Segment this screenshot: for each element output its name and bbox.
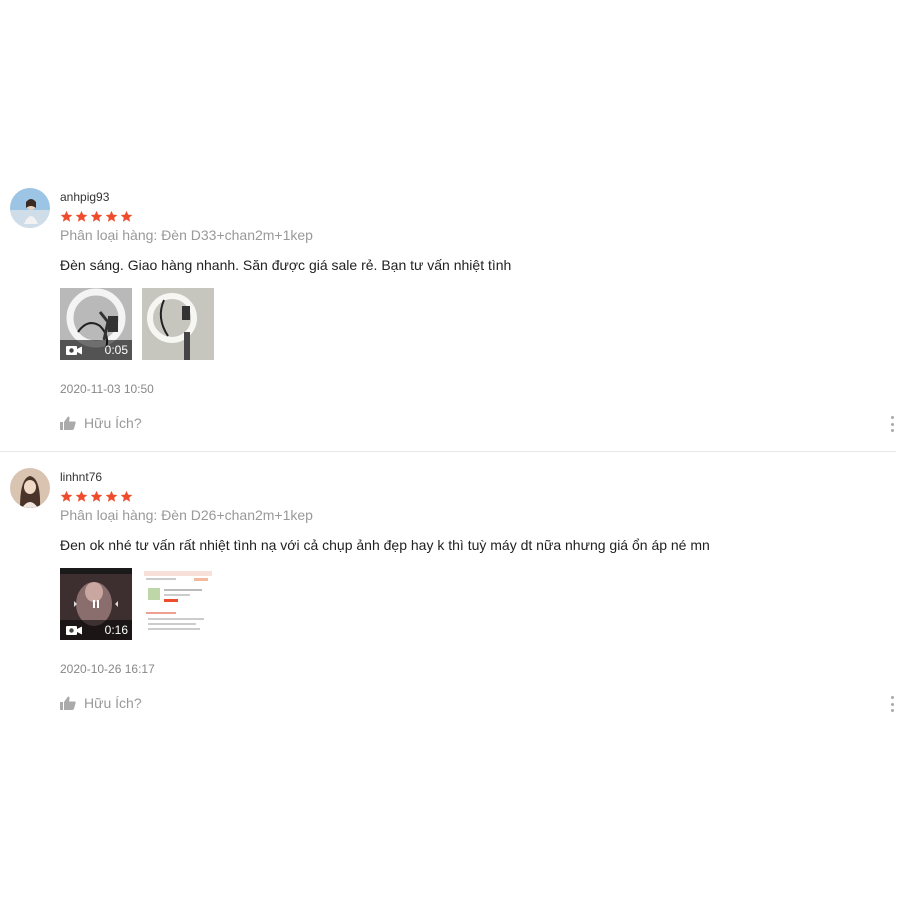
image-thumbnail[interactable] xyxy=(142,568,214,640)
star-icon xyxy=(120,210,133,222)
video-info-bar: 0:16 xyxy=(60,620,132,640)
star-icon xyxy=(75,490,88,502)
image-thumbnail[interactable] xyxy=(142,288,214,360)
video-camera-icon xyxy=(66,345,82,355)
helpful-button[interactable]: Hữu Ích? xyxy=(60,415,142,431)
review-media: 0:16 xyxy=(60,568,214,640)
more-options-icon[interactable] xyxy=(888,416,896,432)
star-icon xyxy=(120,490,133,502)
review-comment: Đen ok nhé tư vấn rất nhiệt tình nạ với … xyxy=(60,537,710,553)
video-duration: 0:05 xyxy=(104,343,128,357)
review-item: anhpig93 Phân loại hàng: Đèn D33+chan2m+… xyxy=(0,0,896,451)
video-thumbnail[interactable]: 0:05 xyxy=(60,288,132,360)
thumbs-up-icon xyxy=(60,416,76,430)
star-icon xyxy=(105,490,118,502)
helpful-button[interactable]: Hữu Ích? xyxy=(60,695,142,711)
star-icon xyxy=(105,210,118,222)
review-item: linhnt76 Phân loại hàng: Đèn D26+chan2m+… xyxy=(0,452,896,752)
helpful-label: Hữu Ích? xyxy=(84,415,142,431)
avatar[interactable] xyxy=(10,468,50,508)
star-icon xyxy=(90,490,103,502)
helpful-label: Hữu Ích? xyxy=(84,695,142,711)
review-timestamp: 2020-11-03 10:50 xyxy=(60,382,154,396)
star-icon xyxy=(90,210,103,222)
video-duration: 0:16 xyxy=(104,623,128,637)
username[interactable]: linhnt76 xyxy=(60,470,102,484)
avatar[interactable] xyxy=(10,188,50,228)
product-variation: Phân loại hàng: Đèn D33+chan2m+1kep xyxy=(60,227,313,243)
video-camera-icon xyxy=(66,625,82,635)
thumbs-up-icon xyxy=(60,696,76,710)
more-options-icon[interactable] xyxy=(888,696,896,712)
username[interactable]: anhpig93 xyxy=(60,190,109,204)
video-thumbnail[interactable]: 0:16 xyxy=(60,568,132,640)
video-info-bar: 0:05 xyxy=(60,340,132,360)
star-icon xyxy=(60,210,73,222)
star-rating xyxy=(60,210,133,223)
product-variation: Phân loại hàng: Đèn D26+chan2m+1kep xyxy=(60,507,313,523)
review-comment: Đèn sáng. Giao hàng nhanh. Săn được giá … xyxy=(60,257,512,273)
star-rating xyxy=(60,490,133,503)
review-timestamp: 2020-10-26 16:17 xyxy=(60,662,155,676)
star-icon xyxy=(60,490,73,502)
star-icon xyxy=(75,210,88,222)
review-media: 0:05 xyxy=(60,288,214,360)
